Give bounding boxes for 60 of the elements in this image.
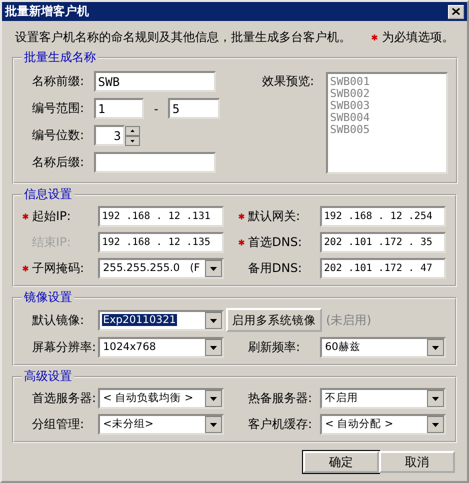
dropdown[interactable]: < 自动分配 > [320,414,446,434]
field-label: 首选服务器: [32,390,96,406]
field-label: 屏幕分辨率: [32,338,96,356]
field-label: 默认网关: [248,208,300,224]
dropdown[interactable]: 1024x768 [98,336,224,358]
required-icon [238,212,245,220]
group-title: 信息设置 [23,186,73,203]
ip-field[interactable]: 202 .101 .172 . 35 [320,232,446,252]
number-field[interactable]: 3 [94,125,125,146]
input-field[interactable] [94,152,216,173]
dropdown[interactable]: 不启用 [320,388,446,408]
group-title: 批量生成名称 [23,49,97,66]
ip-field[interactable]: 192 .168 . 12 .131 [98,206,224,226]
close-icon [452,8,460,15]
field-label: 名称前缀: [32,73,84,90]
required-icon [238,238,245,246]
field-label: 刷新频率: [248,338,300,356]
field-label: 起始IP: [32,208,71,224]
range-separator: - [154,102,158,116]
field-label: 子网掩码: [32,260,84,276]
input-field[interactable]: 5 [168,98,220,119]
required-icon [22,264,29,272]
intro-text: 设置客户机名称的命名规则及其他信息，批量生成多台客户机。 [15,28,351,46]
ip-field[interactable]: 202 .101 .172 . 47 [320,258,446,278]
list-item[interactable]: SWB001 [330,76,444,88]
list-item[interactable]: SWB003 [330,100,444,112]
field-label: 默认镜像: [32,312,84,328]
dropdown[interactable]: < 自动负载均衡 > [98,388,224,408]
group-title: 高级设置 [23,368,73,385]
spin-down-icon[interactable] [125,136,140,146]
required-icon [22,212,29,220]
dropdown[interactable]: <未分组> [98,414,224,434]
ip-field[interactable]: 192 .168 . 12 .254 [320,206,446,226]
field-label: 分组管理: [32,416,84,432]
window-title: 批量新增客户机 [5,3,89,20]
status-text: (未启用) [325,312,372,328]
field-label: 效果预览: [262,72,314,90]
ok-button[interactable]: 确定 [303,451,379,473]
field-label: 备用DNS: [248,260,302,276]
list-item[interactable]: SWB005 [330,124,444,136]
enable-multi-image-button[interactable]: 启用多系统镜像 [226,308,322,332]
input-field[interactable]: SWB [94,71,216,92]
field-label: 编号范围: [32,100,84,117]
close-button[interactable] [448,4,464,18]
required-icon [371,34,378,40]
field-label: 客户机缓存: [248,416,312,432]
spin-up-icon[interactable] [125,126,140,136]
dropdown[interactable]: 255.255.255.0 (F [98,258,224,278]
input-field[interactable]: 1 [94,98,144,119]
field-label: 名称后缀: [32,154,84,171]
dropdown[interactable]: Exp20110321 [98,310,224,330]
field-label: 热备服务器: [248,390,312,406]
list-item[interactable]: SWB004 [330,112,444,124]
field-label: 首选DNS: [248,234,302,250]
group-title: 镜像设置 [23,289,73,306]
cancel-button[interactable]: 取消 [379,451,455,473]
field-label: 编号位数: [32,127,84,144]
dropdown[interactable]: 60赫兹 [320,336,446,358]
list-item[interactable]: SWB002 [330,88,444,100]
required-note: 为必填选项。 [382,28,454,46]
